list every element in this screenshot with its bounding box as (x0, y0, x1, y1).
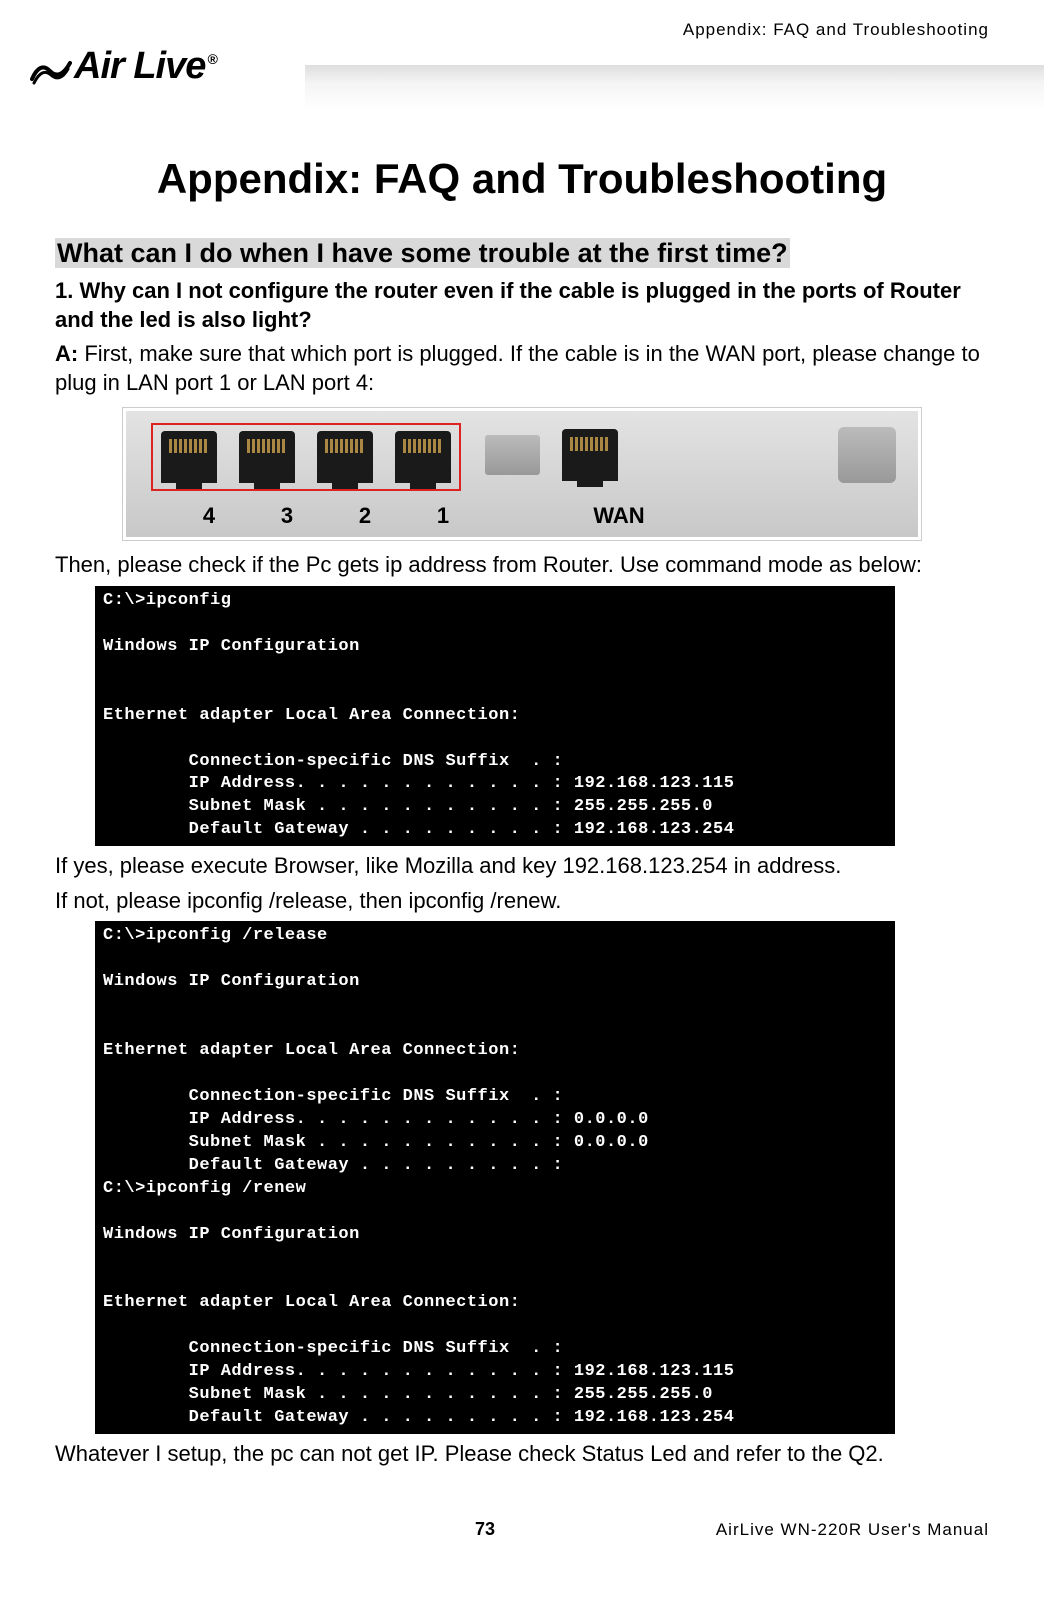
paragraph-3: If yes, please execute Browser, like Moz… (55, 852, 989, 881)
answer-label: A: (55, 341, 78, 366)
section-title-wrapper: What can I do when I have some trouble a… (55, 238, 989, 269)
paragraph-2: Then, please check if the Pc gets ip add… (55, 551, 989, 580)
ethernet-port-icon (395, 431, 451, 483)
answer-1-text: First, make sure that which port is plug… (55, 341, 980, 395)
logo-text: Air Live (74, 45, 205, 87)
answer-1: A: First, make sure that which port is p… (55, 340, 989, 397)
ethernet-port-icon (317, 431, 373, 483)
command-output-release-renew: C:\>ipconfig /release Windows IP Configu… (95, 921, 895, 1434)
question-1: 1. Why can I not configure the router ev… (55, 277, 989, 334)
command-output-ipconfig: C:\>ipconfig Windows IP Configuration Et… (95, 586, 895, 846)
port-label: 1 (415, 503, 471, 529)
ethernet-port-icon (161, 431, 217, 483)
port-label: 2 (337, 503, 393, 529)
router-misc-panel (838, 427, 896, 483)
router-ports-figure: 4 3 2 1 WAN (122, 407, 922, 541)
header-breadcrumb: Appendix: FAQ and Troubleshooting (683, 20, 989, 40)
ethernet-port-icon (239, 431, 295, 483)
section-title: What can I do when I have some trouble a… (55, 238, 790, 268)
page-number: 73 (475, 1519, 495, 1540)
logo: Air Live® (30, 45, 217, 88)
paragraph-4: If not, please ipconfig /release, then i… (55, 887, 989, 916)
page-header: Appendix: FAQ and Troubleshooting Air Li… (55, 20, 989, 125)
footer-manual-title: AirLive WN-220R User's Manual (716, 1520, 989, 1540)
wan-port-label: WAN (574, 503, 664, 529)
page-footer: 73 AirLive WN-220R User's Manual (55, 1519, 989, 1540)
port-separator (485, 435, 540, 475)
page-content: Appendix: FAQ and Troubleshooting Air Li… (0, 0, 1044, 1570)
logo-registered: ® (207, 51, 216, 67)
paragraph-5: Whatever I setup, the pc can not get IP.… (55, 1440, 989, 1469)
lan-ports-highlight (151, 423, 461, 491)
logo-wave-icon (30, 52, 72, 84)
main-title: Appendix: FAQ and Troubleshooting (55, 155, 989, 203)
ethernet-port-icon (562, 429, 618, 481)
port-label: 4 (181, 503, 237, 529)
header-gradient-bar (305, 65, 1044, 110)
port-label: 3 (259, 503, 315, 529)
